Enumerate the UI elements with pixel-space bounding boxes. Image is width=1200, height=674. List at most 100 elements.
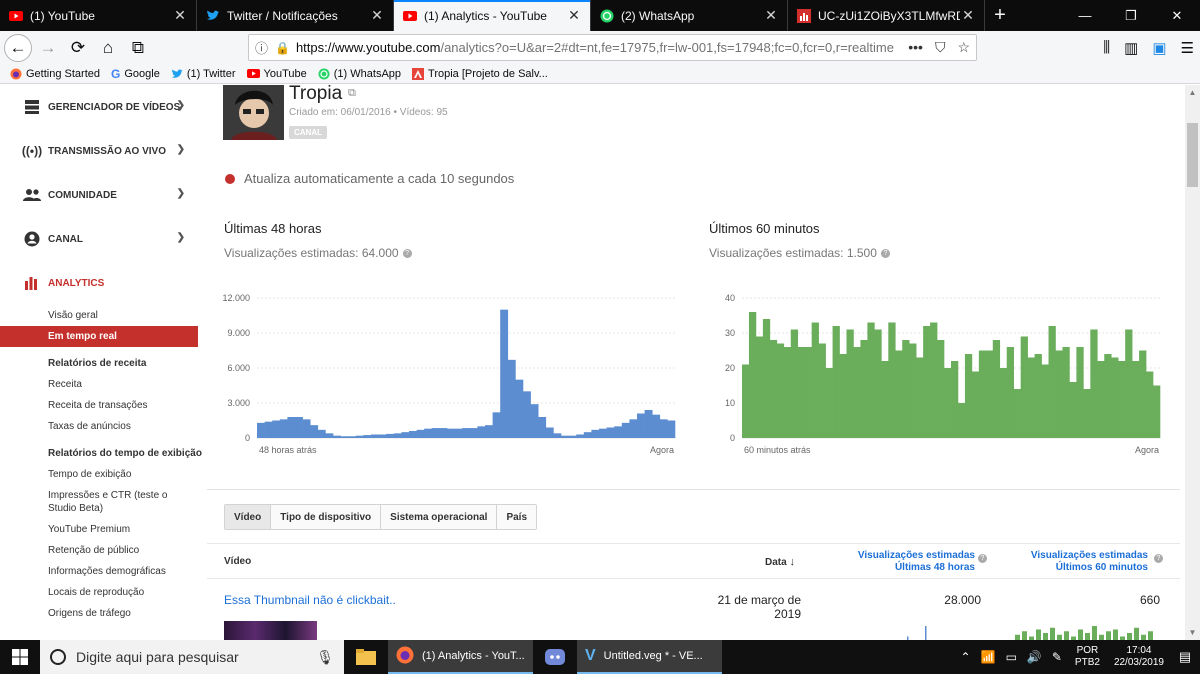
help-icon[interactable]: ? xyxy=(1151,553,1163,564)
chart-60m-bar[interactable] xyxy=(790,329,799,439)
bookmark-getting-started[interactable]: Getting Started xyxy=(10,68,100,80)
sidebar-item[interactable]: Retenção de público xyxy=(0,540,207,561)
extension-icon[interactable]: ▣ xyxy=(1152,39,1166,57)
page-actions-icon[interactable]: ••• xyxy=(908,39,923,56)
chevron-down-icon[interactable]: ❯ xyxy=(177,188,185,199)
sidebar-item[interactable]: Informações demográficas xyxy=(0,561,207,582)
chart-48h-bar[interactable] xyxy=(500,309,509,438)
chart-48h-bar[interactable] xyxy=(477,426,486,438)
browser-tab[interactable]: (1) YouTube ✕ xyxy=(0,0,197,31)
chart-60m-bar[interactable] xyxy=(930,322,938,439)
sidebar-item[interactable]: Locais de reprodução xyxy=(0,582,207,603)
chart-60m-bar[interactable] xyxy=(860,340,868,438)
close-icon[interactable]: ✕ xyxy=(172,7,188,24)
chart-48h-bar[interactable] xyxy=(462,428,471,438)
chart-48h-bar[interactable] xyxy=(279,419,288,438)
chart-60m-bar[interactable] xyxy=(964,354,973,438)
chart-48h-bar[interactable] xyxy=(583,432,592,438)
chart-60m-bar[interactable] xyxy=(1153,385,1161,439)
chart-60m-bar[interactable] xyxy=(999,368,1008,438)
chart-48h-bar[interactable] xyxy=(576,434,585,439)
bookmark-google[interactable]: G Google xyxy=(111,67,160,81)
sidebar-section-live[interactable]: ((•)) TRANSMISSÃO AO VIVO ❯ xyxy=(0,129,207,173)
url-text[interactable]: https://www.youtube.com/analytics?o=U&ar… xyxy=(296,40,908,55)
chart-48h-bar[interactable] xyxy=(606,427,615,439)
chart-48h-bar[interactable] xyxy=(340,436,349,438)
library-icon[interactable]: ⫼ xyxy=(1103,39,1110,56)
chart-48h-bar[interactable] xyxy=(667,420,676,439)
chart-60m-bar[interactable] xyxy=(1013,389,1021,438)
chart-60m-bar[interactable] xyxy=(1027,357,1035,439)
sidebar-item[interactable]: Receita xyxy=(0,374,207,395)
chart-48h-bar[interactable] xyxy=(561,435,569,438)
chart-60m-bar[interactable] xyxy=(923,326,931,438)
chart-60m-bar[interactable] xyxy=(762,319,771,438)
chart-60m-bar[interactable] xyxy=(951,361,959,438)
chart-48h-bar[interactable] xyxy=(355,435,364,438)
taskbar-firefox[interactable]: (1) Analytics - YouT... xyxy=(388,640,533,674)
chart-60m-bar[interactable] xyxy=(776,343,785,439)
chart-60m-bar[interactable] xyxy=(978,350,987,439)
chart-60m-bar[interactable] xyxy=(1097,361,1105,438)
sidebar-section-video-manager[interactable]: GERENCIADOR DE VÍDEOS ❯ xyxy=(0,85,207,129)
chart-60m-bar[interactable] xyxy=(1069,382,1077,438)
input-language[interactable]: POR PTB2 xyxy=(1075,645,1100,669)
chart-60m-bar[interactable] xyxy=(1125,329,1133,439)
microphone-icon[interactable]: 🎙 xyxy=(316,649,334,666)
chart-60m-bar[interactable] xyxy=(881,361,889,438)
chart-60m-bar[interactable] xyxy=(874,329,882,439)
video-title-link[interactable]: Essa Thumbnail não é clickbait.. xyxy=(224,593,396,607)
help-icon[interactable]: ? xyxy=(402,249,412,259)
chart-48h-bar[interactable] xyxy=(515,379,524,438)
chart-60m-bar[interactable] xyxy=(1006,347,1014,438)
back-arrow-icon[interactable]: ← xyxy=(4,33,32,62)
chevron-down-icon[interactable]: ❯ xyxy=(177,144,185,155)
chart-60m-bar[interactable] xyxy=(909,343,917,439)
chart-48h-bar[interactable] xyxy=(644,410,653,438)
chart-60m-bar[interactable] xyxy=(825,368,833,438)
chart-60m-bar[interactable] xyxy=(755,336,764,439)
chart-48h-bar[interactable] xyxy=(295,417,303,438)
chart-48h-bar[interactable] xyxy=(507,359,516,438)
chart-48h-bar[interactable] xyxy=(454,428,463,438)
col-views-48h[interactable]: Visualizações estimadas Últimas 48 horas xyxy=(835,550,975,574)
close-icon[interactable]: ✕ xyxy=(369,7,385,24)
chart-60m-bar[interactable] xyxy=(1139,350,1147,439)
sidebar-section-analytics[interactable]: ANALYTICS xyxy=(0,261,207,305)
browser-tab[interactable]: Twitter / Notificações ✕ xyxy=(197,0,394,31)
close-icon[interactable]: ✕ xyxy=(763,7,779,24)
chart-48h-bar[interactable] xyxy=(317,429,326,438)
chart-60m-bar[interactable] xyxy=(811,322,819,439)
chart-60m-bar[interactable] xyxy=(1146,371,1154,439)
close-icon[interactable]: ✕ xyxy=(960,7,976,24)
home-icon[interactable]: ⌂ xyxy=(94,34,122,62)
chart-60m-bar[interactable] xyxy=(957,403,966,438)
tab-device-type[interactable]: Tipo de dispositivo xyxy=(271,505,382,529)
scroll-up-icon[interactable]: ▲ xyxy=(1185,85,1200,100)
chart-48h-bar[interactable] xyxy=(348,436,357,438)
chart-60m-bar[interactable] xyxy=(839,354,847,438)
chart-48h-bar[interactable] xyxy=(538,417,547,438)
chart-60m-bar[interactable] xyxy=(1020,336,1028,439)
chart-48h-bar[interactable] xyxy=(659,419,668,438)
sidebar-item[interactable]: Impressões e CTR (teste o Studio Beta) xyxy=(0,485,170,519)
chart-60m-bar[interactable] xyxy=(1104,354,1112,438)
taskbar-vegas[interactable]: V Untitled.veg * - VE... xyxy=(577,640,722,674)
chevron-up-icon[interactable]: ⌃ xyxy=(961,650,971,664)
new-tab-button[interactable]: + xyxy=(985,0,1015,31)
chart-60m-bar[interactable] xyxy=(1118,361,1126,438)
chart-48h-bar[interactable] xyxy=(416,429,425,438)
chart-60m-bar[interactable] xyxy=(1090,329,1098,439)
bookmark-whatsapp[interactable]: (1) WhatsApp xyxy=(318,68,401,80)
url-bar[interactable]: ⓘ 🔒 https://www.youtube.com/analytics?o=… xyxy=(248,34,977,61)
chart-60m-bar[interactable] xyxy=(944,368,952,438)
sidebar-item[interactable]: Taxas de anúncios xyxy=(0,416,207,437)
chart-60m-bar[interactable] xyxy=(1076,347,1084,438)
notifications-icon[interactable]: ▤ xyxy=(1170,649,1200,665)
chevron-down-icon[interactable]: ❯ xyxy=(177,232,185,243)
chart-48h-bar[interactable] xyxy=(272,420,281,439)
minimize-icon[interactable]: — xyxy=(1062,0,1108,31)
chart-48h-bar[interactable] xyxy=(431,428,440,438)
chart-48h-bar[interactable] xyxy=(424,428,433,438)
browser-tab[interactable]: UC-zUi1ZOiByX3TLMfwRDPWw ✕ xyxy=(788,0,985,31)
